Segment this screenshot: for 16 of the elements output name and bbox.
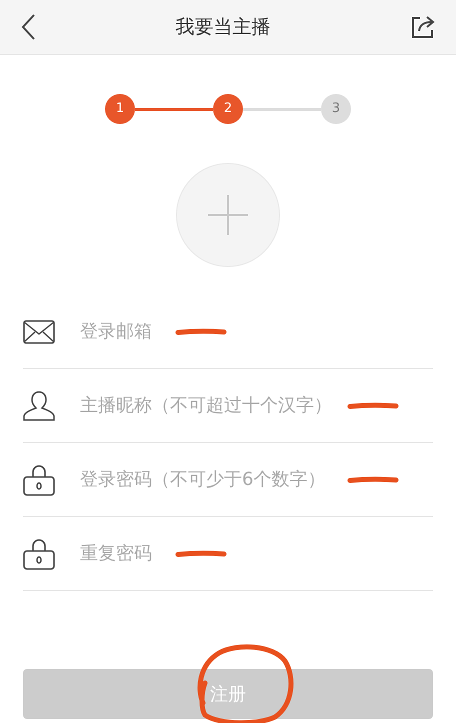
back-button[interactable] bbox=[20, 13, 36, 41]
share-icon[interactable] bbox=[410, 15, 436, 39]
input-field[interactable]: 重复密码 bbox=[80, 540, 153, 567]
step-indicator: 1 bbox=[105, 94, 135, 124]
step-indicator: 2 bbox=[213, 94, 243, 124]
envelope-icon bbox=[23, 320, 55, 344]
plus-icon bbox=[208, 195, 248, 235]
input-field[interactable]: 主播昵称（不可超过十个汉字） bbox=[80, 392, 325, 419]
user-icon bbox=[23, 390, 55, 420]
input-field[interactable]: 登录密码（不可少于6个数字） bbox=[80, 466, 325, 493]
input-field[interactable]: 登录邮箱 bbox=[80, 318, 153, 345]
back-icon bbox=[20, 13, 36, 41]
lock-icon bbox=[23, 464, 55, 496]
lock-icon bbox=[23, 538, 55, 570]
page-title: 我要当主播 bbox=[176, 14, 270, 40]
step-indicator: 3 bbox=[321, 94, 351, 124]
